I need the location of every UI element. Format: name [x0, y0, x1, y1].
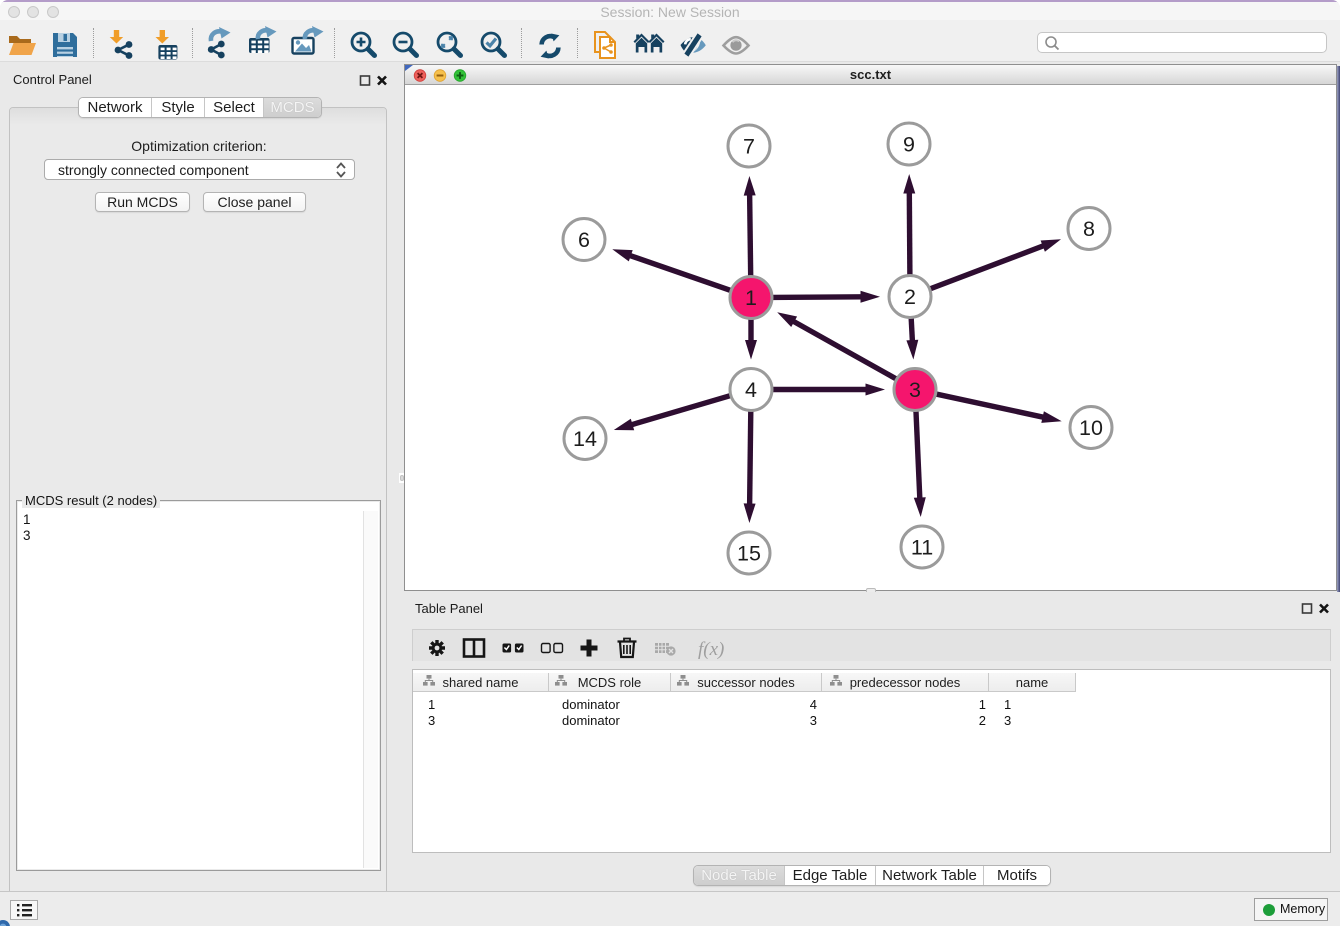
svg-text:9: 9: [903, 133, 915, 157]
svg-text:15: 15: [737, 542, 761, 566]
svg-text:2: 2: [904, 285, 916, 309]
svg-text:10: 10: [1079, 416, 1103, 440]
svg-text:7: 7: [743, 135, 755, 159]
svg-text:f(x): f(x): [698, 639, 724, 660]
svg-text:1: 1: [745, 286, 757, 310]
svg-text:14: 14: [573, 427, 597, 451]
svg-text:11: 11: [911, 536, 933, 560]
svg-text:6: 6: [578, 228, 590, 252]
svg-text:8: 8: [1083, 217, 1095, 241]
svg-text:3: 3: [909, 378, 921, 402]
svg-text:4: 4: [745, 378, 757, 402]
